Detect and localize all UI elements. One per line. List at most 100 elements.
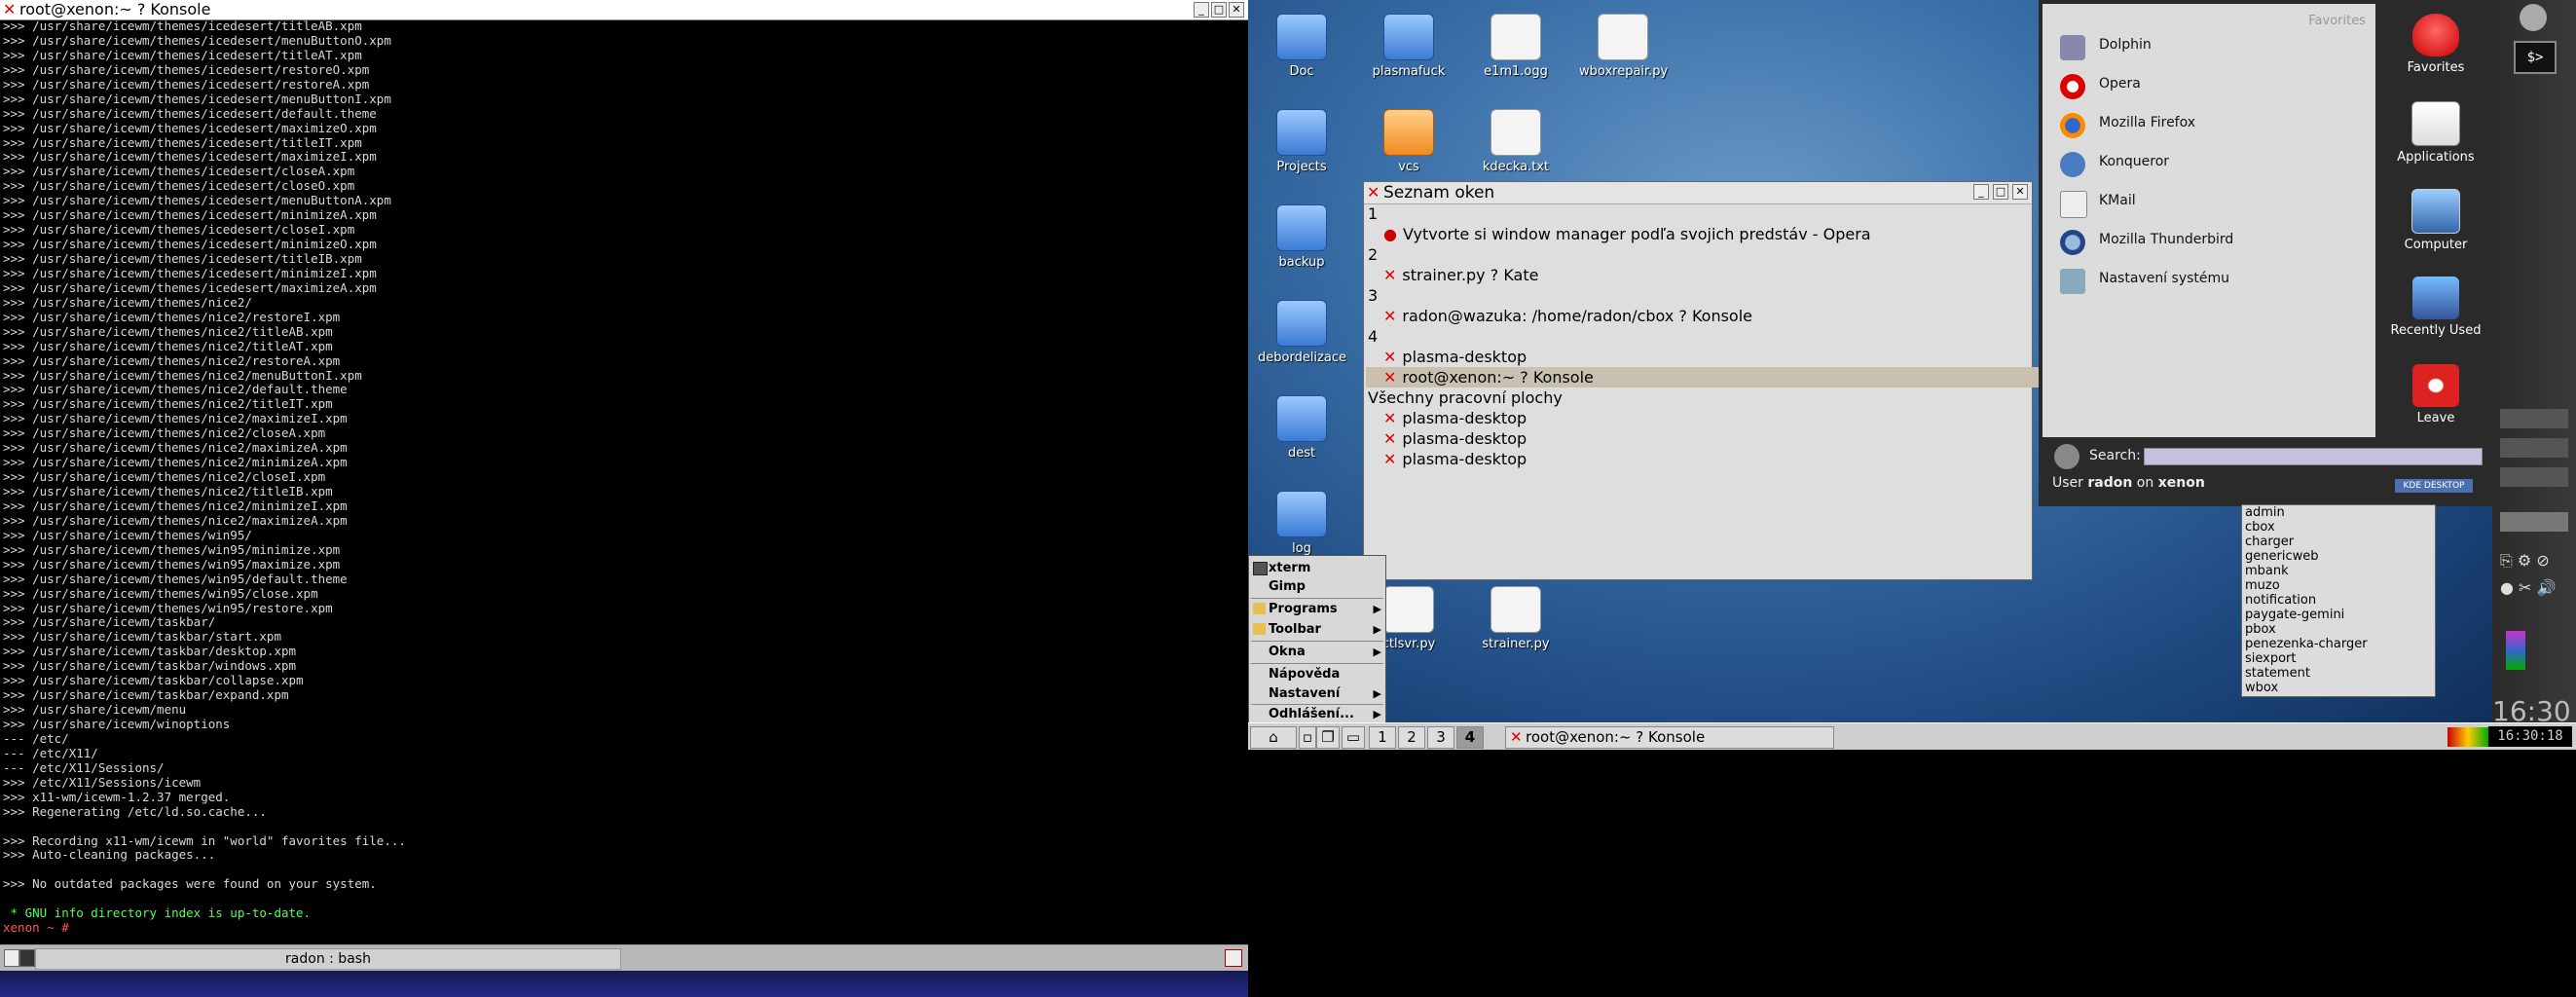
desktop-icon-wboxrepair-py[interactable]: wboxrepair.py — [1579, 14, 1668, 79]
desktop-icon-vcs[interactable]: vcs — [1365, 109, 1453, 174]
folder-popup-list: admin cbox charger genericweb mbank muzo notif… — [2241, 504, 2436, 697]
x-icon: ✕ — [1383, 348, 1397, 366]
search-icon — [2054, 444, 2079, 469]
system-tray-icons[interactable]: ⎘ ⚙ ⊘ — [2500, 551, 2568, 572]
menu-item-help[interactable]: Nápověda — [1249, 664, 1385, 684]
konsole-tab[interactable]: radon : bash — [35, 948, 621, 970]
desktop-icon-backup[interactable]: backup — [1258, 204, 1345, 270]
window-item-plasma[interactable]: ✕ plasma-desktop — [1383, 449, 1527, 469]
terminal-line: >>> /usr/share/icewm/taskbar/expand.xpm — [3, 687, 289, 703]
window-item-plasma[interactable]: ✕ plasma-desktop — [1383, 347, 1527, 367]
window-list-icon[interactable]: ❐ — [1316, 726, 1340, 749]
fav-konqueror[interactable]: Konqueror — [2052, 148, 2364, 177]
terminal-line: >>> /usr/share/icewm/themes/icedesert/ma… — [3, 120, 377, 135]
workspace-3-button[interactable]: 3 — [1427, 726, 1454, 749]
tab-computer[interactable]: Computer — [2379, 181, 2492, 267]
folder-popup-item[interactable]: wbox — [2242, 681, 2435, 695]
minimize-button[interactable]: _ — [1194, 2, 1209, 18]
desktop-icon-log[interactable]: log — [1258, 491, 1345, 556]
desktop-icon-strainer-py[interactable]: strainer.py — [1472, 586, 1560, 651]
terminal-line: >>> /usr/share/icewm/themes/icedesert/ti… — [3, 19, 362, 33]
close-button[interactable]: ✕ — [2012, 184, 2028, 200]
close-tab-icon[interactable] — [1225, 949, 1242, 967]
fav-opera[interactable]: Opera — [2052, 70, 2364, 99]
terminal-line: >>> /usr/share/icewm/themes/nice2/titleI… — [3, 484, 333, 498]
desktop-icon-projects[interactable]: Projects — [1258, 109, 1345, 174]
taskbar-slot[interactable] — [2500, 409, 2568, 428]
menu-item-xterm[interactable]: xterm — [1249, 558, 1385, 578]
window-item-konsole-selected[interactable]: ✕ root@xenon:~ ? Konsole — [1366, 367, 2043, 388]
tab-leave[interactable]: Leave — [2379, 356, 2492, 442]
clock[interactable]: 16:30:18 — [2488, 726, 2572, 747]
kde-menu-icon[interactable] — [2520, 4, 2547, 31]
volume-icon[interactable]: ● ✂ 🔊 — [2500, 578, 2568, 600]
folder-popup-item[interactable]: siexport — [2242, 651, 2435, 666]
icewm-start-button[interactable]: ⌂ — [1250, 726, 1297, 749]
tab-favorites[interactable]: Favorites — [2379, 6, 2492, 92]
folder-popup-item[interactable]: charger — [2242, 535, 2435, 549]
taskbar-slot[interactable] — [2500, 438, 2568, 458]
desktop-icon-doc[interactable]: Doc — [1258, 14, 1345, 79]
x-icon: ✕ — [1383, 409, 1397, 427]
minimize-button[interactable]: _ — [1973, 184, 1989, 200]
desktop-icon-plasmafuck[interactable]: plasmafuck — [1365, 14, 1453, 79]
window-item-plasma[interactable]: ✕ plasma-desktop — [1383, 428, 1527, 449]
folder-popup-item[interactable]: statement — [2242, 666, 2435, 681]
tab-recently-used[interactable]: Recently Used — [2379, 269, 2492, 354]
menu-item-settings[interactable]: Nastavení ▶ — [1249, 683, 1385, 704]
new-tab-icon[interactable] — [4, 949, 19, 967]
konsole-title: root@xenon:~ ? Konsole — [19, 0, 211, 18]
window-item-konsole-remote[interactable]: ✕ radon@wazuka: /home/radon/cbox ? Konsol… — [1383, 306, 1752, 326]
folder-popup-item[interactable]: pbox — [2242, 622, 2435, 637]
folder-popup-item[interactable]: notification — [2242, 593, 2435, 608]
window-item-opera[interactable]: ● Vytvorte si window manager podľa svojic… — [1383, 224, 1871, 244]
workspace-4-button[interactable]: 4 — [1456, 726, 1484, 749]
terminal-output[interactable]: >>> /usr/share/icewm/themes/icedesert/ti… — [0, 19, 1245, 944]
window-list-titlebar[interactable]: ✕ Seznam oken _ □ ✕ — [1364, 182, 2032, 204]
maximize-button[interactable]: □ — [1993, 184, 2008, 200]
folder-popup-item[interactable]: admin — [2242, 505, 2435, 520]
folder-icon — [1253, 603, 1266, 614]
taskbar-slot[interactable] — [2500, 467, 2568, 487]
tab-applications[interactable]: Applications — [2379, 93, 2492, 179]
desktop-icon-dest[interactable]: dest — [1258, 395, 1345, 461]
menu-item-gimp[interactable]: Gimp — [1249, 576, 1385, 597]
window-item-kate[interactable]: ✕ strainer.py ? Kate — [1383, 265, 1538, 285]
desktop-icon-debordelizace[interactable]: debordelizace — [1258, 300, 1346, 365]
fav-firefox[interactable]: Mozilla Firefox — [2052, 109, 2364, 138]
workspace-1-button[interactable]: 1 — [1369, 726, 1396, 749]
menu-item-logout[interactable]: Odhlášení... ▶ — [1249, 704, 1385, 724]
folder-popup-item[interactable]: paygate-gemini — [2242, 608, 2435, 622]
maximize-button[interactable]: □ — [1211, 2, 1227, 18]
desktop-icon-e1m1-ogg[interactable]: e1m1.ogg — [1472, 14, 1560, 79]
window-item-plasma[interactable]: ✕ plasma-desktop — [1383, 408, 1527, 428]
terminal-line: >>> /usr/share/icewm/themes/nice2/closeI… — [3, 469, 326, 485]
folder-popup-item[interactable]: penezenka-charger — [2242, 637, 2435, 651]
folder-popup-item[interactable]: muzo — [2242, 578, 2435, 593]
folder-popup-item[interactable]: mbank — [2242, 564, 2435, 578]
konsole-titlebar[interactable]: ✕ root@xenon:~ ? Konsole _ □ ✕ — [0, 0, 1248, 20]
desktop-3-label: 3 — [1368, 286, 1379, 305]
collapse-icon[interactable]: ▫ — [1299, 726, 1316, 749]
folder-popup-item[interactable]: genericweb — [2242, 549, 2435, 564]
menu-item-programs[interactable]: Programs ▶ — [1249, 599, 1385, 619]
menu-item-toolbar[interactable]: Toolbar ▶ — [1249, 619, 1385, 640]
task-button-konsole[interactable]: ✕ root@xenon:~ ? Konsole — [1505, 726, 1834, 749]
workspace-2-button[interactable]: 2 — [1398, 726, 1425, 749]
pager-icon[interactable] — [2506, 631, 2525, 670]
fav-system-settings[interactable]: Nastavení systému — [2052, 265, 2364, 294]
desktop-icon-kdecka-txt[interactable]: kdecka.txt — [1472, 109, 1560, 174]
fav-dolphin[interactable]: Dolphin — [2052, 31, 2364, 60]
search-bar: Search: — [2042, 442, 2490, 471]
folder-popup-item[interactable]: cbox — [2242, 520, 2435, 535]
x-icon: ✕ — [1383, 450, 1397, 468]
terminal-line: >>> /usr/share/icewm/themes/icedesert/mi… — [3, 265, 377, 280]
terminal-launcher-icon[interactable]: $> — [2514, 41, 2557, 74]
search-input[interactable] — [2144, 448, 2483, 465]
menu-item-okna[interactable]: Okna ▶ — [1249, 642, 1385, 662]
close-button[interactable]: ✕ — [1229, 2, 1244, 18]
fav-thunderbird[interactable]: Mozilla Thunderbird — [2052, 226, 2364, 255]
taskbar-slot[interactable] — [2500, 512, 2568, 532]
fav-kmail[interactable]: KMail — [2052, 187, 2364, 218]
show-desktop-icon[interactable]: ▭ — [1342, 726, 1365, 749]
